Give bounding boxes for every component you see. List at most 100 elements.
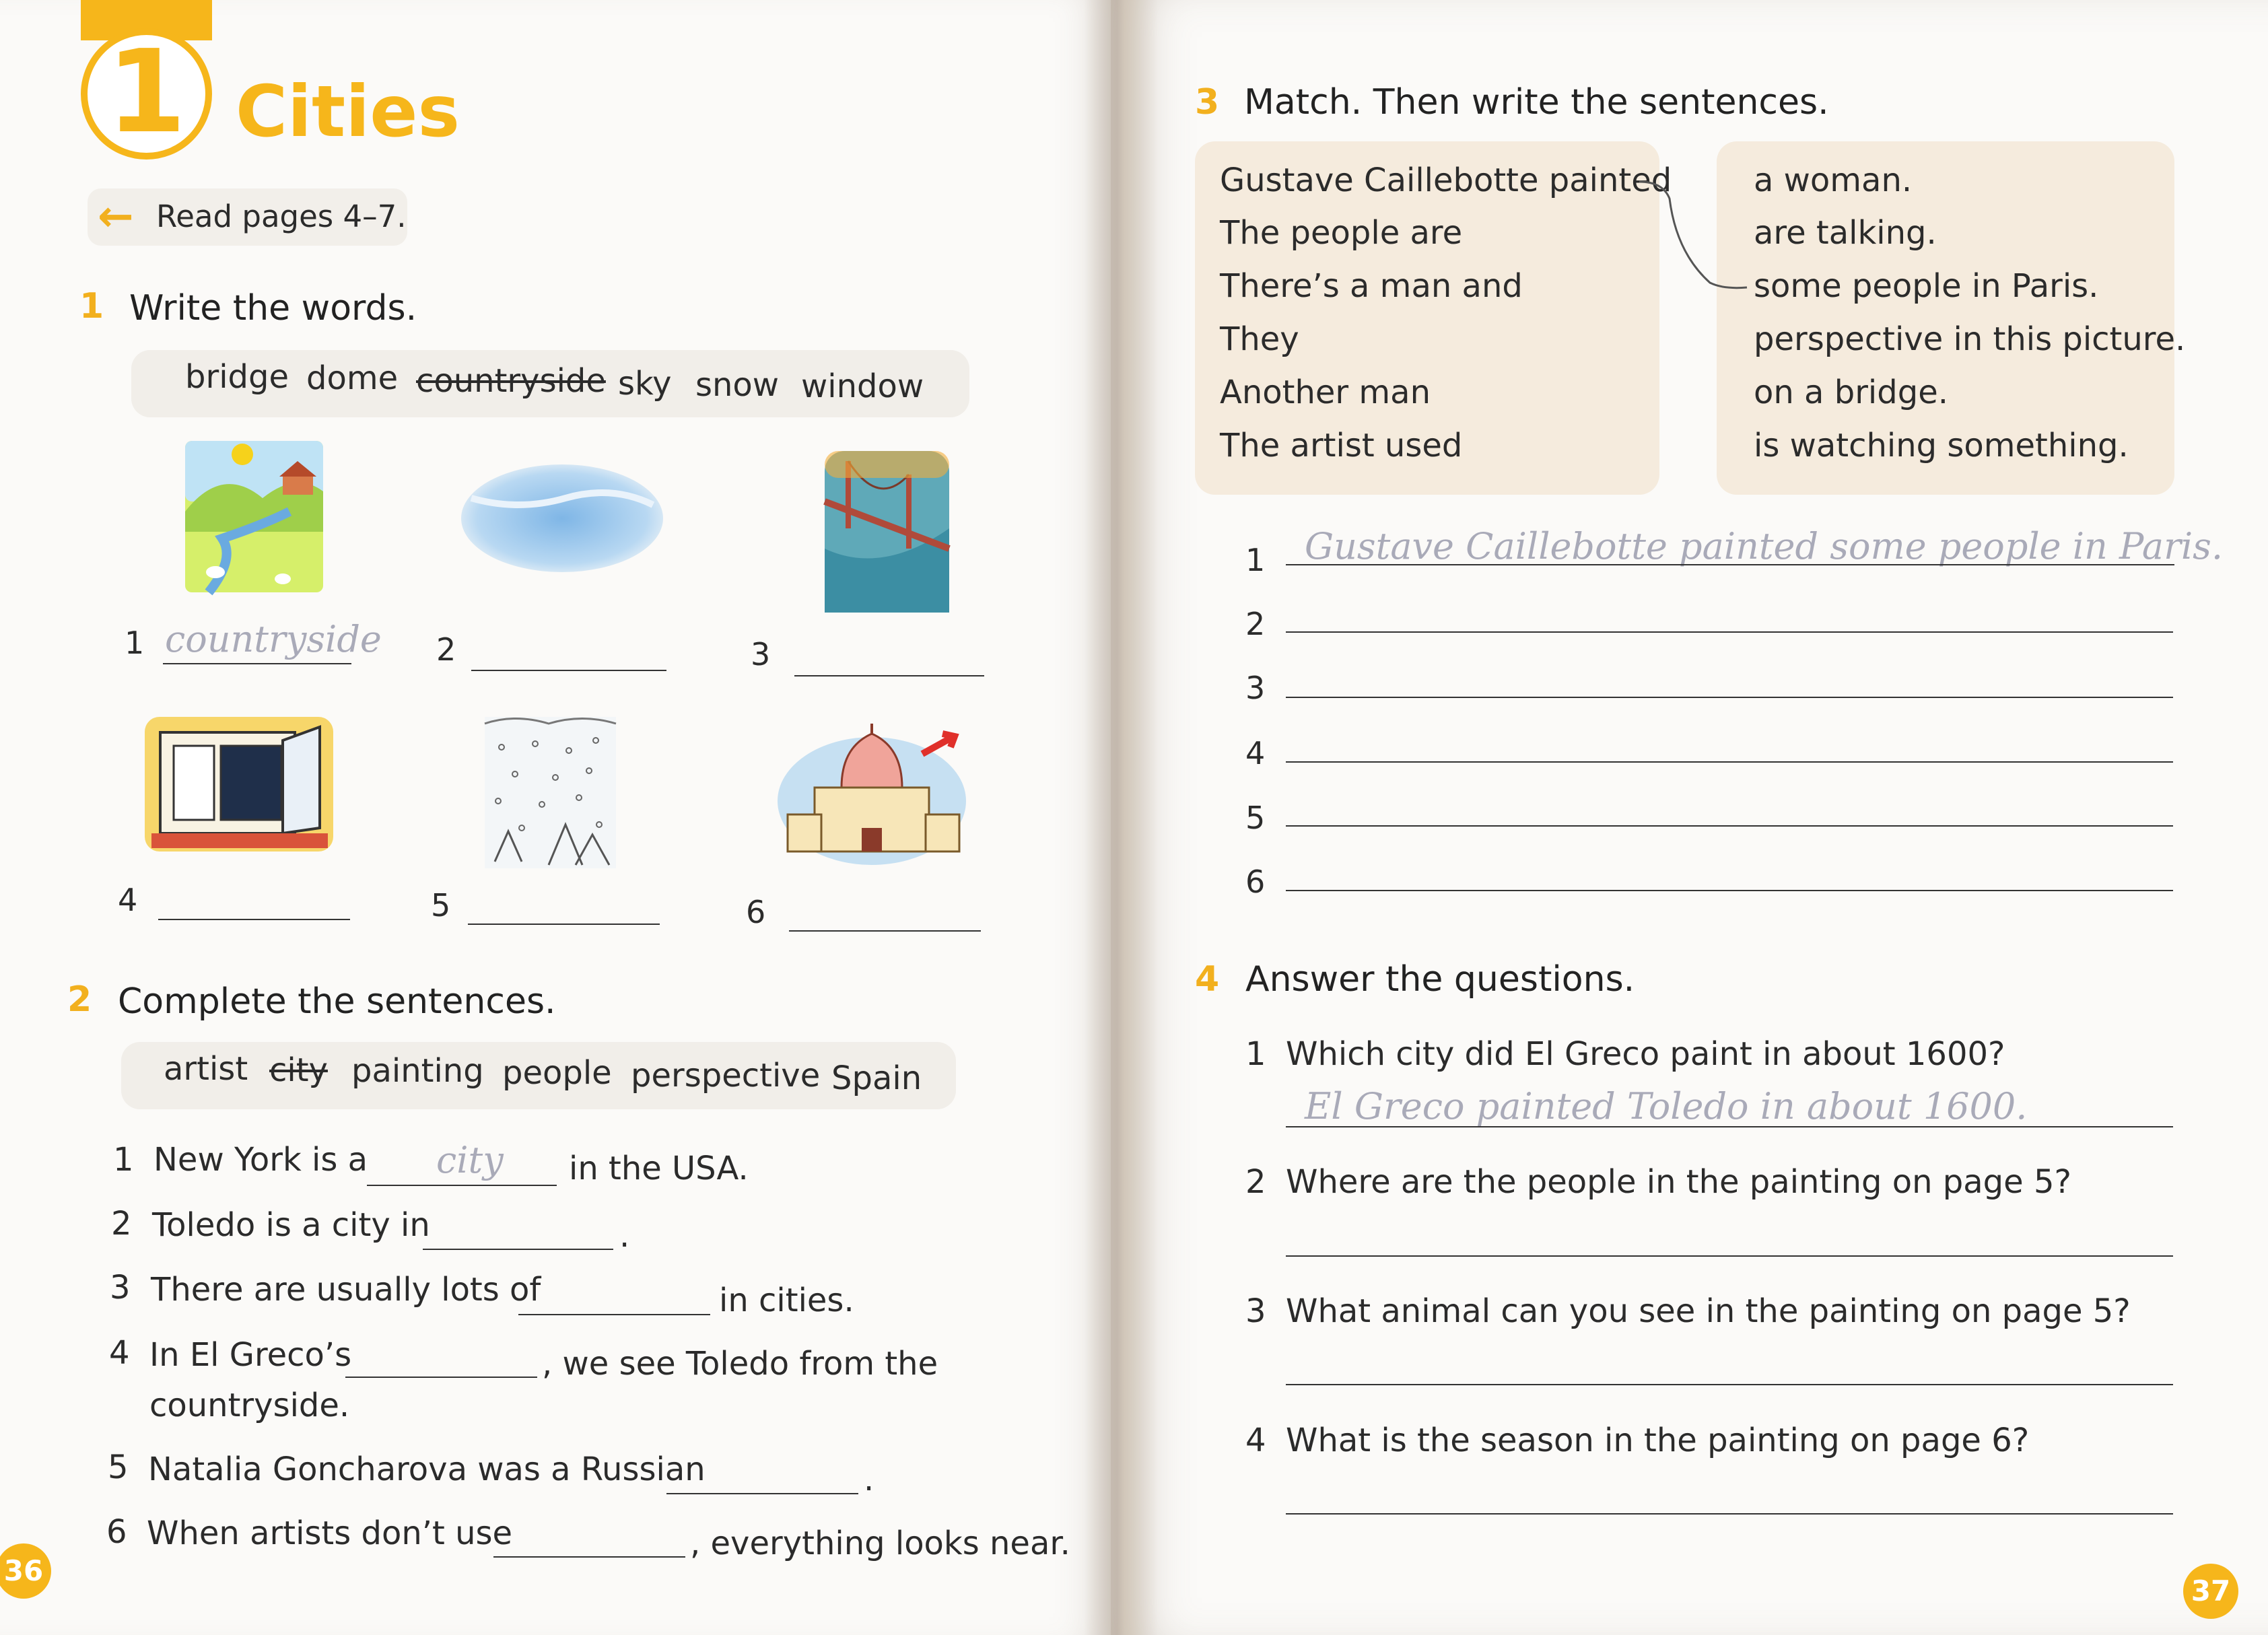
ex2-before-2: Toledo is a city in <box>152 1206 430 1244</box>
ex4-line-4[interactable] <box>1286 1513 2173 1515</box>
ex1-item-num-4: 4 <box>118 882 138 918</box>
ex3-line-num-5: 5 <box>1245 800 1266 836</box>
ex2-num-1: 1 <box>113 1141 134 1179</box>
page-number-right: 37 <box>2183 1564 2238 1619</box>
ex3-line-num-1: 1 <box>1245 542 1266 578</box>
ex4-question-3: What animal can you see in the painting … <box>1286 1292 2131 1330</box>
exercise3-number: 3 <box>1195 82 1220 123</box>
ex1-blank-5[interactable] <box>468 924 660 925</box>
ex3-line-num-3: 3 <box>1245 670 1266 706</box>
page-number-left: 36 <box>0 1543 51 1599</box>
ex2-answer-1: city <box>436 1139 504 1181</box>
unit-title: Cities <box>236 71 460 153</box>
snow-picture <box>484 717 617 868</box>
unit-number: 1 <box>106 26 186 159</box>
ex2-num-4: 4 <box>109 1334 130 1372</box>
exercise1-number: 1 <box>79 286 104 326</box>
word-window: window <box>801 368 924 405</box>
ex2-num-3: 3 <box>110 1269 131 1307</box>
match-left-1: Gustave Caillebotte painted <box>1220 162 1672 199</box>
word-painting: painting <box>351 1052 484 1090</box>
word-sky: sky <box>618 365 672 403</box>
match-left-3: There’s a man and <box>1220 267 1523 305</box>
countryside-picture <box>185 441 323 596</box>
ex3-line-3[interactable] <box>1286 697 2173 698</box>
ex3-line-4[interactable] <box>1286 761 2173 763</box>
ex2-before-6: When artists don’t use <box>147 1515 513 1552</box>
ex4-num-1: 1 <box>1245 1035 1266 1073</box>
exercise4-number: 4 <box>1195 959 1220 1000</box>
ex2-after-6: , everything looks near. <box>690 1525 1070 1562</box>
exercise2-title: Complete the sentences. <box>118 981 556 1022</box>
ex1-item-num-3: 3 <box>751 636 771 672</box>
exercise2-number: 2 <box>67 979 92 1020</box>
ex2-blank-1[interactable] <box>367 1185 557 1186</box>
ex2-blank-4[interactable] <box>345 1377 537 1378</box>
ex4-answer-1: El Greco painted Toledo in about 1600. <box>1305 1085 2028 1127</box>
ex2-blank-3[interactable] <box>518 1314 710 1315</box>
word-countryside-struck: countryside <box>416 362 606 400</box>
word-artist: artist <box>164 1050 248 1088</box>
ex2-after-4: , we see Toledo from the <box>542 1345 938 1383</box>
ex3-line-num-4: 4 <box>1245 735 1266 771</box>
exercise4-title: Answer the questions. <box>1245 959 1635 1000</box>
ex1-item-num-6: 6 <box>746 894 766 930</box>
ex2-after-5: . <box>864 1461 874 1498</box>
ex2-line2-4: countryside. <box>149 1387 350 1424</box>
match-connector-line <box>1639 180 1748 289</box>
ex3-line-num-6: 6 <box>1245 864 1266 900</box>
ex4-question-2: Where are the people in the painting on … <box>1286 1163 2071 1201</box>
ex2-before-3: There are usually lots of <box>151 1271 541 1309</box>
word-people: people <box>502 1054 612 1092</box>
match-left-5: Another man <box>1220 374 1431 411</box>
match-left-6: The artist used <box>1220 427 1463 464</box>
window-picture <box>145 717 333 851</box>
left-page: 1 Cities ← Read pages 4–7. 1 Write the w… <box>0 0 1111 1635</box>
ex2-blank-6[interactable] <box>493 1556 685 1558</box>
match-right-1: a woman. <box>1754 162 1913 199</box>
ex1-blank-1[interactable] <box>163 663 351 664</box>
word-city-struck: city <box>269 1051 328 1089</box>
book-gutter <box>1084 0 1158 1635</box>
ex4-line-2[interactable] <box>1286 1255 2173 1257</box>
ex2-after-3: in cities. <box>719 1282 854 1319</box>
ex2-num-6: 6 <box>106 1513 127 1551</box>
ex4-line-1[interactable] <box>1286 1126 2173 1127</box>
ex2-before-5: Natalia Goncharova was a Russian <box>148 1451 706 1488</box>
ex2-blank-2[interactable] <box>423 1249 613 1250</box>
ex4-line-3[interactable] <box>1286 1384 2173 1385</box>
ex1-blank-4[interactable] <box>158 919 350 920</box>
ex3-line-6[interactable] <box>1286 890 2173 891</box>
ex4-num-2: 2 <box>1245 1163 1266 1201</box>
ex3-line-1[interactable] <box>1286 564 2174 565</box>
ex1-item-num-2: 2 <box>436 631 456 668</box>
dome-picture <box>778 724 966 865</box>
ex4-question-4: What is the season in the painting on pa… <box>1286 1422 2030 1459</box>
ex1-blank-3[interactable] <box>794 675 984 676</box>
word-spain: Spain <box>831 1059 922 1097</box>
word-perspective: perspective <box>631 1057 821 1094</box>
match-left-4: They <box>1220 320 1299 358</box>
ex2-before-4: In El Greco’s <box>149 1336 352 1374</box>
ex4-question-1: Which city did El Greco paint in about 1… <box>1286 1035 2005 1073</box>
match-right-5: on a bridge. <box>1754 374 1948 411</box>
ex2-after-1: in the USA. <box>569 1150 749 1187</box>
ex1-item-num-1: 1 <box>125 625 145 661</box>
match-right-6: is watching something. <box>1754 427 2129 464</box>
bridge-picture <box>823 451 951 613</box>
word-bridge: bridge <box>185 358 289 396</box>
ex1-blank-2[interactable] <box>471 670 666 671</box>
word-dome: dome <box>306 359 399 397</box>
read-note-text: Read pages 4–7. <box>156 199 407 234</box>
match-left-2: The people are <box>1220 214 1463 252</box>
ex1-answer-1: countryside <box>165 618 382 660</box>
ex1-blank-6[interactable] <box>789 930 981 932</box>
ex2-blank-5[interactable] <box>666 1493 858 1494</box>
ex1-item-num-5: 5 <box>431 887 451 924</box>
ex3-line-2[interactable] <box>1286 631 2173 633</box>
arrow-left-icon: ← <box>98 192 134 242</box>
ex3-line-5[interactable] <box>1286 825 2173 827</box>
sky-picture <box>461 464 663 572</box>
exercise1-title: Write the words. <box>129 288 417 328</box>
ex4-num-4: 4 <box>1245 1422 1266 1459</box>
